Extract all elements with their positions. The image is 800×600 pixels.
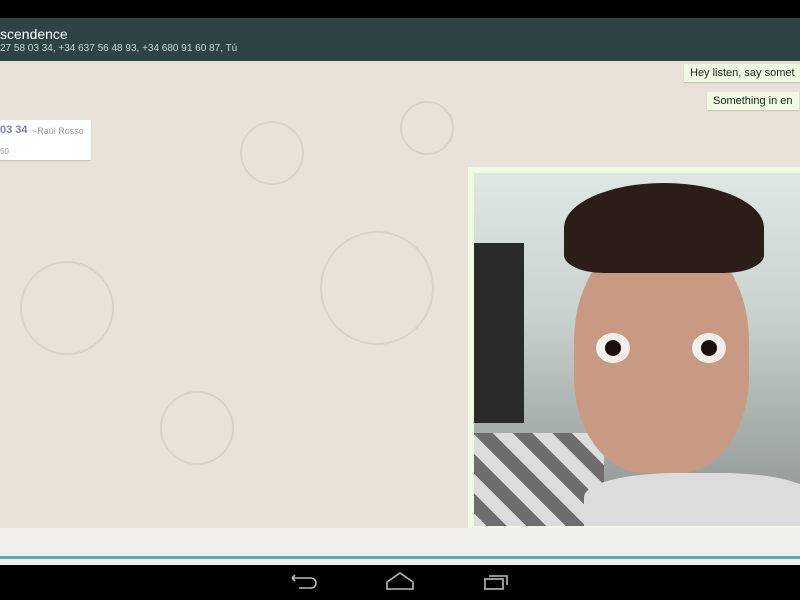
wallpaper-doodle [160, 391, 234, 465]
message-time: 50 [0, 147, 9, 156]
chat-header[interactable]: scendence 27 58 03 34, +34 637 56 48 93,… [0, 18, 800, 61]
group-participants: 27 58 03 34, +34 637 56 48 93, +34 680 9… [0, 43, 238, 54]
home-icon[interactable] [385, 571, 415, 593]
outgoing-message[interactable]: Hey listen, say somet [684, 64, 800, 82]
photo-hair [564, 183, 764, 273]
wallpaper-doodle [320, 231, 434, 345]
navigation-bar [0, 565, 800, 600]
message-input[interactable] [0, 528, 800, 558]
group-title: scendence [0, 26, 68, 42]
sender-name: ~Raúl Rosso [32, 126, 84, 136]
outgoing-message[interactable]: Something in en [707, 92, 799, 110]
back-icon[interactable] [289, 571, 319, 593]
message-number: 03 34 [0, 124, 28, 136]
wallpaper-doodle [20, 261, 114, 355]
photo-eye [692, 333, 726, 363]
incoming-message[interactable]: 03 34 ~Raúl Rosso 50 [0, 120, 91, 160]
photo-shirt [584, 473, 800, 526]
photo-background [474, 243, 524, 423]
chat-area[interactable]: 03 34 ~Raúl Rosso 50 Hey listen, say som… [0, 61, 800, 528]
photo-message[interactable] [468, 167, 800, 528]
photo-image[interactable] [474, 173, 800, 526]
wallpaper-doodle [240, 121, 304, 185]
recent-apps-icon[interactable] [482, 571, 512, 593]
photo-eye [596, 333, 630, 363]
wallpaper-doodle [400, 101, 454, 155]
status-bar [0, 0, 800, 18]
